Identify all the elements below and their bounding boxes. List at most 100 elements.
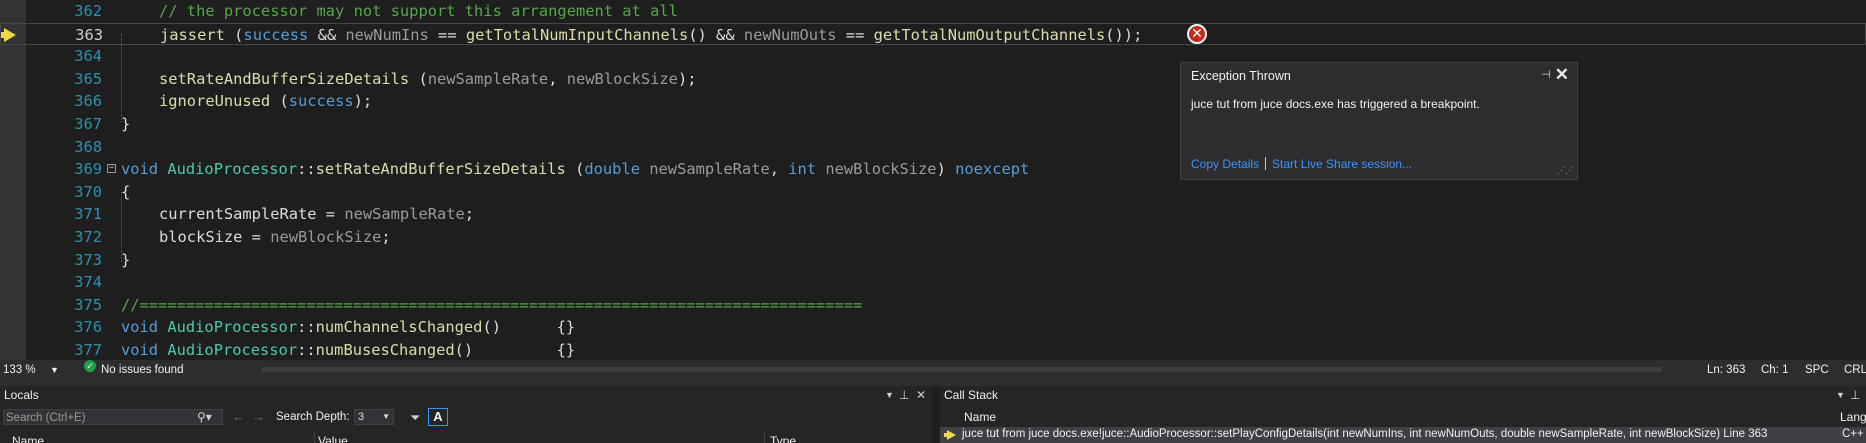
window-menu-chevron-down-icon[interactable]: ▼ — [885, 390, 894, 400]
resize-grip-icon[interactable]: ⋰⋰ — [1557, 165, 1574, 176]
code-token: newBlockSize — [270, 228, 382, 246]
pin-icon[interactable]: ⊣ — [1541, 68, 1551, 81]
zoom-dropdown-icon[interactable]: ▼ — [50, 360, 59, 380]
code-token: void — [121, 341, 159, 359]
line-ending-indicator[interactable]: CRL — [1844, 360, 1866, 380]
code-token: ()); — [1105, 25, 1143, 44]
window-menu-chevron-down-icon[interactable]: ▼ — [1836, 390, 1845, 400]
code-token: getTotalNumInputChannels — [465, 25, 689, 44]
code-line[interactable]: 376 void AudioProcessor::numChannelsChang… — [0, 316, 1866, 339]
code-text: void AudioProcessor::numChannelsChanged(… — [121, 316, 575, 339]
search-icon[interactable]: ⚲▾ — [197, 410, 212, 424]
code-token: () {} — [454, 341, 576, 359]
column-header-name[interactable]: Name — [12, 434, 44, 443]
frame-name: juce tut from juce docs.exe!juce::AudioP… — [962, 428, 1768, 440]
code-token: jassert — [160, 25, 225, 44]
code-editor[interactable]: 362 // the processor may not support this… — [0, 0, 1866, 360]
exception-message: juce tut from juce docs.exe has triggere… — [1191, 97, 1480, 111]
line-number: 367 — [74, 115, 102, 133]
code-line[interactable]: 365 setRateAndBufferSizeDetails (newSampl… — [0, 68, 1866, 91]
live-share-link[interactable]: Start Live Share session... — [1272, 157, 1412, 171]
code-line[interactable]: 362 // the processor may not support this… — [0, 0, 1866, 23]
search-forward-arrow-icon[interactable]: → — [252, 409, 265, 424]
line-number: 366 — [74, 92, 102, 111]
copy-details-link[interactable]: Copy Details — [1191, 157, 1259, 171]
code-line[interactable]: 364 — [0, 45, 1866, 68]
fold-toggle-icon[interactable]: − — [107, 164, 116, 174]
code-line[interactable]: 368 — [0, 136, 1866, 159]
search-depth-select[interactable]: 3 ▼ — [354, 409, 394, 425]
code-token: ( — [270, 92, 289, 111]
code-text: ignoreUnused (success); — [159, 90, 372, 113]
check-circle-icon: ✓ — [84, 360, 96, 372]
current-frame-arrow-icon — [944, 430, 956, 440]
code-token: numChannelsChanged — [315, 318, 483, 337]
code-token: newSampleRate — [344, 205, 465, 224]
code-token: && — [308, 25, 346, 44]
code-line[interactable]: 363 jassert (success && newNumIns == getT… — [0, 22, 1866, 46]
column-header-name[interactable]: Name — [964, 410, 996, 424]
code-line[interactable]: 373} — [0, 249, 1866, 272]
locals-title: Locals — [4, 388, 39, 402]
line-number: 365 — [74, 69, 102, 88]
code-token: newSampleRate — [427, 69, 549, 88]
column-indicator[interactable]: Ch: 1 — [1761, 360, 1789, 380]
format-button[interactable]: A — [428, 408, 448, 426]
code-text: //======================================… — [121, 294, 862, 317]
code-token: AudioProcessor — [167, 341, 298, 359]
column-header-lang[interactable]: Lang — [1840, 410, 1866, 424]
exception-title: Exception Thrown — [1191, 69, 1291, 83]
line-number: 370 — [74, 182, 102, 201]
code-line[interactable]: 371 currentSampleRate = newSampleRate; — [0, 203, 1866, 226]
pin-icon[interactable]: ⊥ — [899, 388, 909, 402]
line-number: 369 — [74, 160, 102, 179]
code-line[interactable]: 370{ — [0, 181, 1866, 204]
code-token: double — [584, 160, 640, 179]
code-line[interactable]: 369− void AudioProcessor::setRateAndBuffe… — [0, 158, 1866, 181]
locals-search-input[interactable]: Search (Ctrl+E) — [3, 409, 223, 425]
line-number: 376 — [74, 318, 102, 337]
search-back-arrow-icon[interactable]: ← — [232, 409, 245, 424]
code-token: AudioProcessor — [167, 318, 298, 337]
zoom-level[interactable]: 133 % — [3, 360, 36, 380]
code-token: ( — [224, 25, 244, 44]
column-header-type[interactable]: Type — [770, 434, 796, 443]
code-token: == — [428, 25, 466, 44]
code-text: blockSize = newBlockSize; — [159, 226, 391, 249]
code-token: ; — [381, 228, 391, 246]
close-icon[interactable]: ✕ — [1555, 65, 1569, 85]
line-indicator[interactable]: Ln: 363 — [1707, 360, 1745, 380]
horizontal-scrollbar[interactable] — [262, 367, 1662, 372]
code-token: :: — [297, 160, 316, 179]
code-token: setRateAndBufferSizeDetails — [159, 69, 410, 88]
exception-error-icon[interactable]: ✕ — [1187, 24, 1207, 44]
call-stack-frame[interactable]: juce tut from juce docs.exe!juce::AudioP… — [940, 427, 1866, 443]
column-divider[interactable] — [764, 432, 765, 443]
code-token: // the processor may not support this ar… — [159, 2, 678, 20]
code-text: void AudioProcessor::numBusesChanged() {… — [121, 339, 575, 360]
code-line[interactable]: 367} — [0, 113, 1866, 136]
code-line[interactable]: 375 //===================================… — [0, 294, 1866, 317]
column-header-value[interactable]: Value — [318, 434, 348, 443]
code-token: setRateAndBufferSizeDetails — [315, 160, 566, 179]
column-divider[interactable] — [314, 432, 315, 443]
line-number: 362 — [74, 2, 102, 20]
close-icon[interactable]: ✕ — [916, 388, 926, 402]
line-number: 377 — [74, 341, 102, 359]
code-line[interactable]: 366 ignoreUnused (success); — [0, 90, 1866, 113]
pin-icon[interactable]: ⊥ — [1850, 388, 1860, 402]
code-line[interactable]: 372 blockSize = newBlockSize; — [0, 226, 1866, 249]
code-line[interactable]: 374 — [0, 271, 1866, 294]
whitespace-indicator[interactable]: SPC — [1805, 360, 1829, 380]
code-token: int — [788, 160, 817, 179]
code-line[interactable]: 377 void AudioProcessor::numBusesChanged(… — [0, 339, 1866, 360]
code-token: ( — [565, 160, 585, 179]
indent-guide — [121, 192, 123, 262]
code-token: () {} — [482, 318, 576, 337]
filter-icon[interactable]: ⏷ — [410, 410, 420, 426]
issues-status[interactable]: No issues found — [101, 360, 183, 380]
code-token: newBlockSize — [566, 69, 678, 88]
line-number: 364 — [74, 47, 102, 66]
